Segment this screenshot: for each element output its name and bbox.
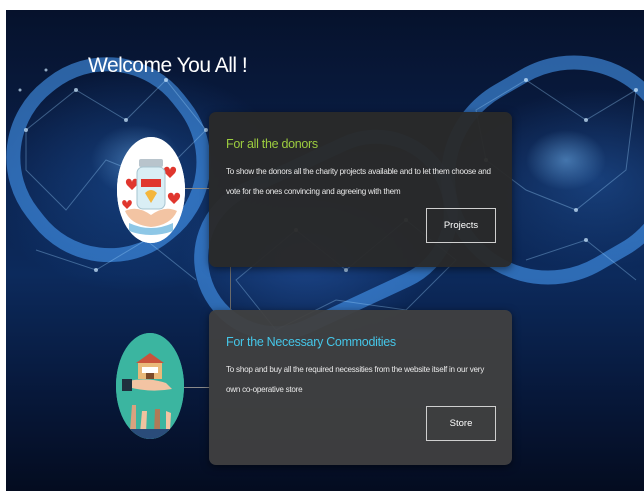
welcome-heading: Welcome You All ! [88,54,248,77]
projects-button[interactable]: Projects [426,208,496,243]
store-image [116,333,184,439]
donors-card: For all the donors To show the donors al… [209,112,512,267]
store-card: For the Necessary Commodities To shop an… [209,310,512,465]
store-button[interactable]: Store [426,406,496,441]
donors-image [117,137,185,243]
donors-card-title: For all the donors [226,137,318,151]
store-card-description: To shop and buy all the required necessi… [226,365,485,394]
store-card-title: For the Necessary Commodities [226,335,396,349]
store-connector [180,387,210,388]
cooperative-store-icon [116,333,184,439]
donors-card-description: To show the donors all the charity proje… [226,167,491,196]
timeline-connector [230,267,231,310]
hero-section: Welcome You All ! For all the donors To … [6,10,644,491]
donation-jar-icon [117,137,185,243]
